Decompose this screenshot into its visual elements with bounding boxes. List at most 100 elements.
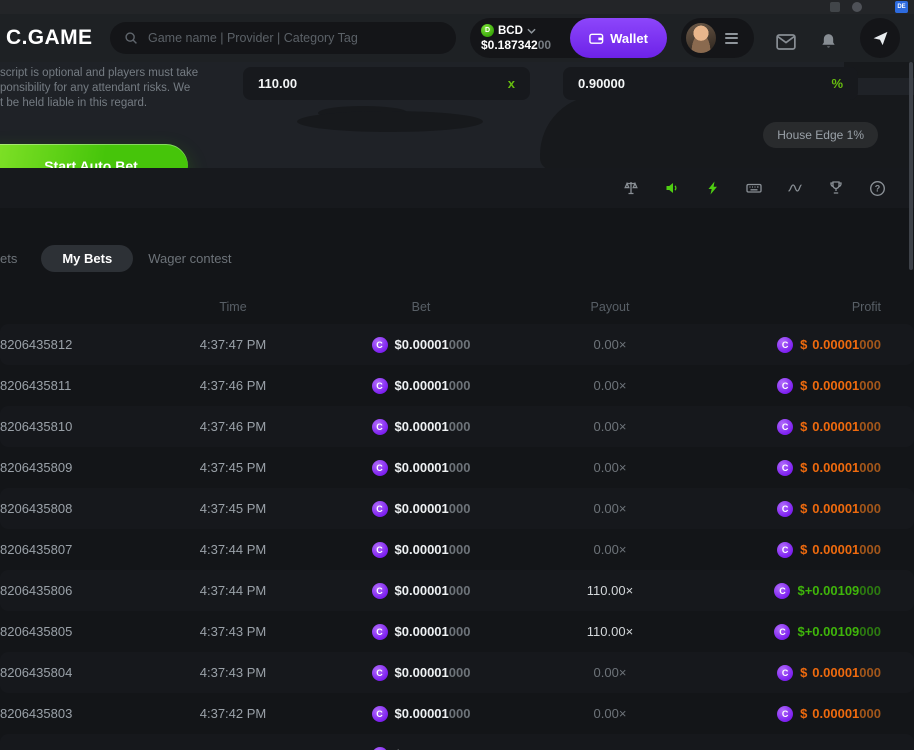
house-edge-badge: House Edge 1% bbox=[763, 122, 878, 148]
bet-id: 8206435808 bbox=[0, 501, 150, 516]
table-row[interactable]: 8206435805 4:37:43 PM C $0.00001000 110.… bbox=[0, 611, 914, 652]
bet-time: 4:37:46 PM bbox=[150, 378, 316, 393]
my-bets-table: Time Bet Payout Profit 8206435812 4:37:4… bbox=[0, 290, 914, 750]
bc-game-page: DE C.GAME D BCD $0.18734200 bbox=[0, 0, 914, 750]
bet-amount: C $0.00001000 bbox=[316, 378, 526, 394]
profile-menu[interactable] bbox=[681, 18, 754, 58]
sound-icon[interactable] bbox=[663, 179, 681, 197]
bet-time: 4:37:43 PM bbox=[150, 665, 316, 680]
bet-amount: C $0.00001000 bbox=[316, 583, 526, 599]
live-stats-icon[interactable] bbox=[786, 179, 804, 197]
bet-payout: 0.00× bbox=[526, 665, 694, 680]
bet-amount: C $0.00001000 bbox=[316, 337, 526, 353]
search-icon bbox=[124, 31, 138, 45]
bcd-coin-icon: C bbox=[372, 665, 388, 681]
bet-id: 8206435804 bbox=[0, 665, 150, 680]
table-row[interactable]: 8206435808 4:37:45 PM C $0.00001000 0.00… bbox=[0, 488, 914, 529]
site-logo[interactable]: C.GAME bbox=[6, 26, 92, 50]
paper-plane-icon bbox=[872, 30, 889, 47]
bet-payout: 0.00× bbox=[526, 419, 694, 434]
bcd-coin-icon: C bbox=[372, 378, 388, 394]
bet-amount: C $0.00001000 bbox=[316, 706, 526, 722]
wallet-icon bbox=[589, 31, 604, 46]
bcd-coin-icon: C bbox=[372, 706, 388, 722]
table-row[interactable]: 8206435807 4:37:44 PM C $0.00001000 0.00… bbox=[0, 529, 914, 570]
hotkeys-icon[interactable] bbox=[745, 179, 763, 197]
currency-selector[interactable]: D BCD $0.18734200 bbox=[470, 24, 551, 52]
leaderboard-trophy-icon[interactable] bbox=[827, 179, 845, 197]
col-profit: Profit bbox=[694, 300, 881, 314]
turbo-bet-icon[interactable] bbox=[704, 179, 722, 197]
tab-wager-contest[interactable]: Wager contest bbox=[148, 251, 231, 266]
svg-text:?: ? bbox=[874, 183, 880, 193]
bet-time: 4:37:44 PM bbox=[150, 542, 316, 557]
bet-profit: C $0.00001000 bbox=[694, 378, 881, 394]
table-row[interactable]: 8206435806 4:37:44 PM C $0.00001000 110.… bbox=[0, 570, 914, 611]
wallet-balance: $0.18734200 bbox=[481, 38, 551, 52]
page-scrollbar[interactable] bbox=[909, 62, 913, 270]
bet-profit: C $0.00001000 bbox=[694, 706, 881, 722]
bcd-coin-icon: C bbox=[372, 747, 388, 750]
table-row[interactable]: 8206435804 4:37:43 PM C $0.00001000 0.00… bbox=[0, 652, 914, 693]
menu-icon bbox=[725, 33, 738, 44]
bcd-coin-icon: C bbox=[777, 665, 793, 681]
search-input[interactable] bbox=[146, 30, 442, 46]
autobet-disclaimer: script is optional and players must take… bbox=[0, 66, 208, 111]
messages-icon[interactable] bbox=[776, 34, 796, 50]
user-avatar[interactable] bbox=[686, 23, 716, 53]
win-chance-input[interactable]: 0.90000 % bbox=[563, 67, 858, 100]
bcd-coin-icon: C bbox=[777, 378, 793, 394]
bcd-coin-icon: C bbox=[372, 501, 388, 517]
bet-profit: C $0.00001000 bbox=[694, 419, 881, 435]
bcd-coin-icon: C bbox=[372, 460, 388, 476]
quick-send-button[interactable] bbox=[860, 18, 900, 58]
bet-amount: C $0.00001000 bbox=[316, 501, 526, 517]
bets-section: ets My Bets Wager contest Time Bet Payou… bbox=[0, 208, 914, 750]
table-row[interactable]: 8206435811 4:37:46 PM C $0.00001000 0.00… bbox=[0, 365, 914, 406]
bet-payout: 0.00× bbox=[526, 542, 694, 557]
wallet-button[interactable]: Wallet bbox=[570, 18, 667, 58]
bcd-coin-icon: D bbox=[481, 24, 494, 37]
notifications-bell-icon[interactable] bbox=[820, 32, 837, 51]
bcd-coin-icon: C bbox=[777, 460, 793, 476]
payout-input[interactable]: 110.00 x bbox=[243, 67, 530, 100]
tab-my-bets[interactable]: My Bets bbox=[41, 245, 133, 272]
bets-table-body: 8206435812 4:37:47 PM C $0.00001000 0.00… bbox=[0, 324, 914, 750]
bcd-coin-icon: C bbox=[777, 501, 793, 517]
col-bet: Bet bbox=[316, 300, 526, 314]
bet-payout: 0.00× bbox=[526, 460, 694, 475]
bcd-coin-icon: C bbox=[372, 542, 388, 558]
bet-id: 8206435810 bbox=[0, 419, 150, 434]
bet-time: 4:37:43 PM bbox=[150, 624, 316, 639]
bet-profit: C $0.00001000 bbox=[694, 542, 881, 558]
fairness-icon[interactable] bbox=[622, 179, 640, 197]
bet-amount: C $0.00001000 bbox=[316, 747, 526, 750]
bet-time: 4:37:45 PM bbox=[150, 460, 316, 475]
table-row[interactable]: 8206435803 4:37:42 PM C $0.00001000 0.00… bbox=[0, 693, 914, 734]
bet-payout: 0.00× bbox=[526, 706, 694, 721]
table-header: Time Bet Payout Profit bbox=[0, 290, 914, 324]
percent-suffix: % bbox=[831, 76, 843, 91]
bet-time: 4:37:45 PM bbox=[150, 501, 316, 516]
table-row[interactable]: C $0.00001000 C bbox=[0, 734, 914, 750]
browser-extension-icon[interactable] bbox=[830, 2, 840, 12]
bet-time: 4:37:46 PM bbox=[150, 419, 316, 434]
chevron-down-icon bbox=[527, 28, 536, 34]
table-row[interactable]: 8206435809 4:37:45 PM C $0.00001000 0.00… bbox=[0, 447, 914, 488]
bet-payout: 0.00× bbox=[526, 337, 694, 352]
table-row[interactable]: 8206435810 4:37:46 PM C $0.00001000 0.00… bbox=[0, 406, 914, 447]
bet-amount: C $0.00001000 bbox=[316, 624, 526, 640]
bet-amount: C $0.00001000 bbox=[316, 460, 526, 476]
bet-amount: C $0.00001000 bbox=[316, 419, 526, 435]
tab-all-bets[interactable]: ets bbox=[0, 251, 17, 266]
bcd-coin-icon: C bbox=[372, 583, 388, 599]
site-header: C.GAME D BCD $0.18734200 bbox=[0, 14, 914, 62]
translator-extension-icon[interactable]: DE bbox=[895, 1, 908, 13]
bet-id: 8206435811 bbox=[0, 378, 150, 393]
payout-value: 110.00 bbox=[258, 76, 297, 91]
search-bar[interactable] bbox=[110, 22, 456, 54]
browser-extension-icon[interactable] bbox=[852, 2, 862, 12]
help-icon[interactable]: ? bbox=[868, 179, 886, 197]
bet-profit: C $0.00001000 bbox=[694, 501, 881, 517]
table-row[interactable]: 8206435812 4:37:47 PM C $0.00001000 0.00… bbox=[0, 324, 914, 365]
